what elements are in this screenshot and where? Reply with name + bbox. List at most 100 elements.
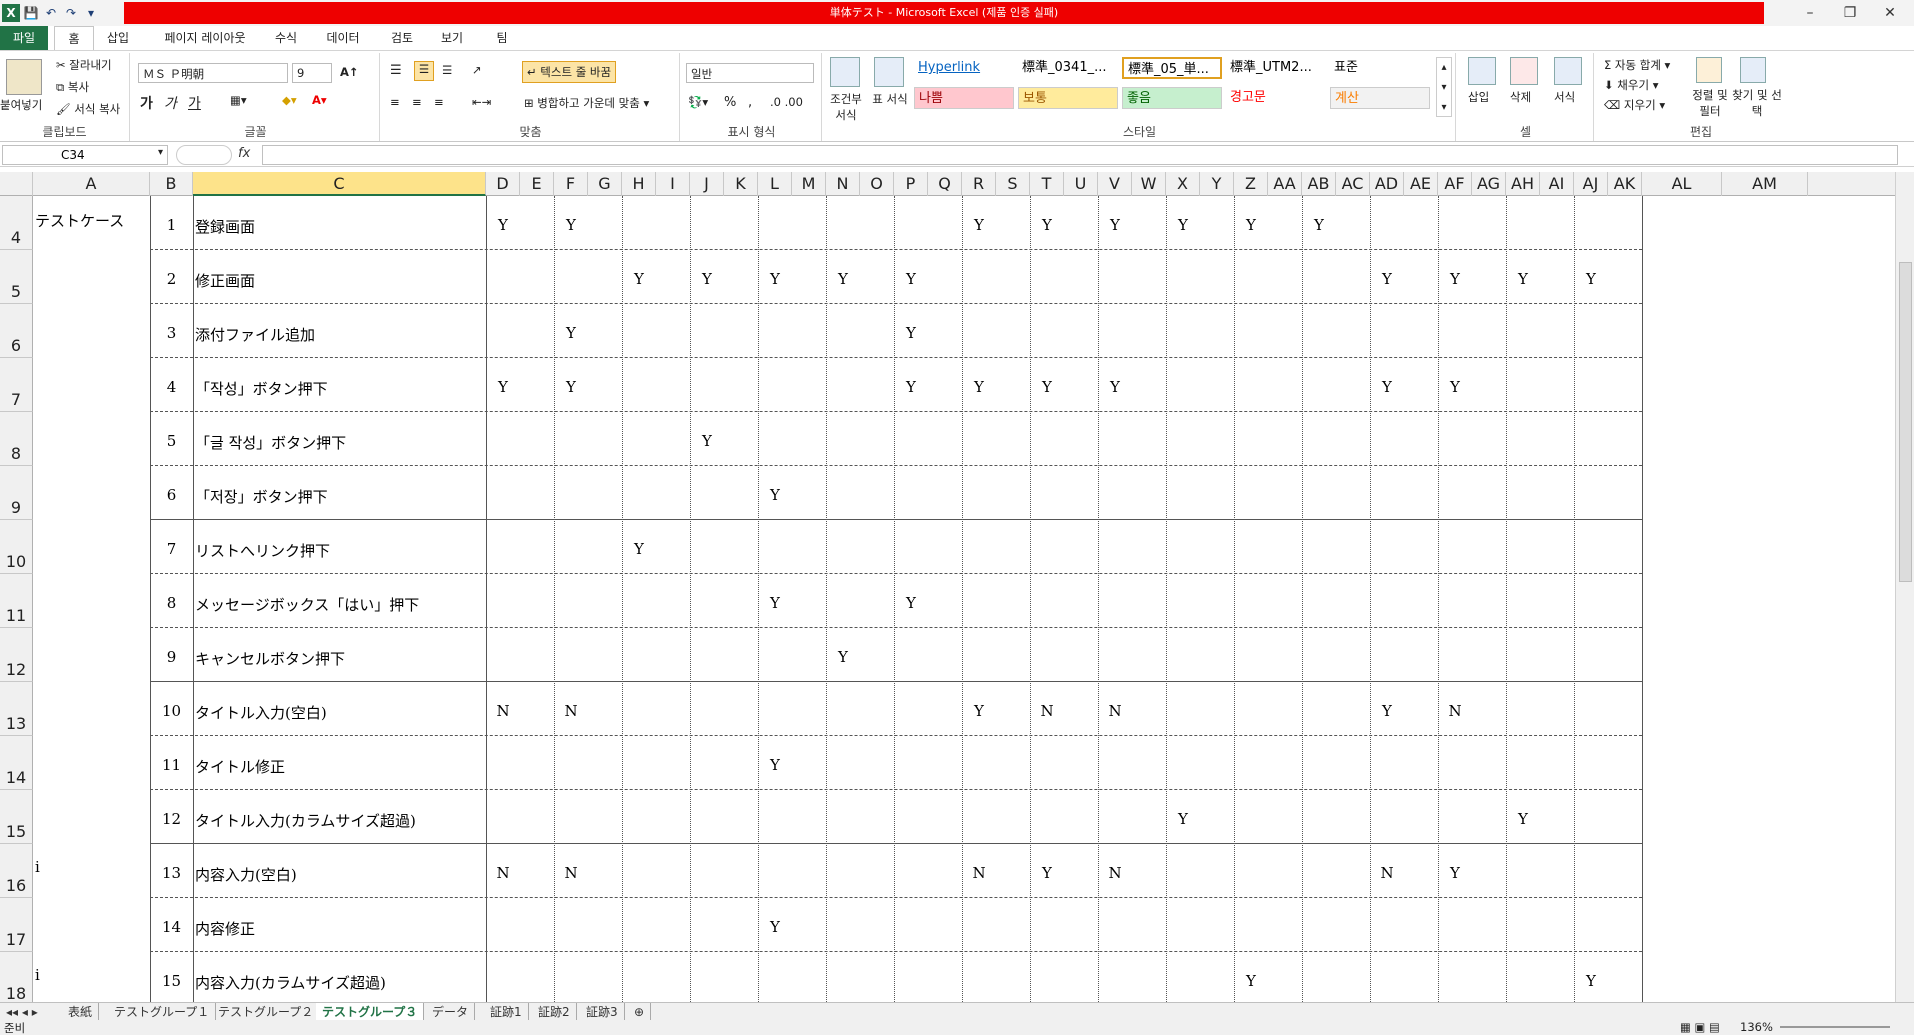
tab-home[interactable]: 홈 (54, 26, 94, 50)
column-header-k[interactable]: K (724, 172, 758, 196)
minimize-button[interactable]: – (1790, 0, 1830, 26)
category-cell[interactable]: i (35, 966, 148, 984)
customize-qat-icon[interactable]: ▾ (82, 4, 100, 22)
select-all-corner[interactable] (0, 172, 33, 196)
column-header-z[interactable]: Z (1234, 172, 1268, 196)
column-header-p[interactable]: P (894, 172, 928, 196)
redo-icon[interactable]: ↷ (62, 4, 80, 22)
indent-icon[interactable]: ⇤⇥ (472, 95, 491, 109)
cell-style-9[interactable]: 계산 (1330, 87, 1430, 109)
name-box[interactable]: C34 (2, 145, 168, 165)
tab-team[interactable]: 팀 (484, 26, 520, 50)
mark-cell-d[interactable]: N (488, 702, 518, 720)
comma-button[interactable]: , (748, 95, 752, 110)
mark-cell-aj[interactable]: Y (1576, 972, 1606, 990)
align-right-icon[interactable]: ≡ (434, 95, 444, 109)
mark-cell-p[interactable]: Y (896, 594, 926, 612)
zoom-slider[interactable] (1780, 1026, 1890, 1028)
column-header-i[interactable]: I (656, 172, 690, 196)
column-header-n[interactable]: N (826, 172, 860, 196)
mark-cell-x[interactable]: Y (1168, 216, 1198, 234)
tab-review[interactable]: 검토 (384, 26, 420, 50)
mark-cell-ad[interactable]: Y (1372, 270, 1402, 288)
mark-cell-r[interactable]: N (964, 864, 994, 882)
mark-cell-v[interactable]: N (1100, 702, 1130, 720)
case-name-cell[interactable]: タイトル修正 (195, 756, 484, 777)
format-cells-icon[interactable] (1554, 57, 1582, 85)
restore-button[interactable]: ❐ (1830, 0, 1870, 26)
mark-cell-l[interactable]: Y (760, 270, 790, 288)
format-painter-button[interactable]: 🖌 서식 복사 (56, 101, 120, 117)
mark-cell-h[interactable]: Y (624, 270, 654, 288)
case-name-cell[interactable]: 「글 작성」ボタン押下 (195, 432, 484, 453)
tab-view[interactable]: 보기 (434, 26, 470, 50)
tab-data[interactable]: 데이터 (318, 26, 368, 50)
case-number-cell[interactable]: 14 (152, 918, 191, 936)
insert-cells-icon[interactable] (1468, 57, 1496, 85)
mark-cell-v[interactable]: Y (1100, 378, 1130, 396)
italic-button[interactable]: 가 (164, 93, 177, 113)
case-number-cell[interactable]: 5 (152, 432, 191, 450)
tab-formulas[interactable]: 수식 (266, 26, 306, 50)
row-header[interactable]: 14 (0, 736, 33, 790)
mark-cell-z[interactable]: Y (1236, 972, 1266, 990)
column-header-a[interactable]: A (33, 172, 150, 196)
sort-filter-icon[interactable] (1696, 57, 1722, 83)
case-name-cell[interactable]: 添付ファイル追加 (195, 324, 484, 345)
save-icon[interactable]: 💾 (22, 4, 40, 22)
case-number-cell[interactable]: 12 (152, 810, 191, 828)
column-header-ad[interactable]: AD (1370, 172, 1404, 196)
column-header-u[interactable]: U (1064, 172, 1098, 196)
sheet-tab[interactable]: 表紙 (62, 1003, 100, 1021)
column-header-al[interactable]: AL (1642, 172, 1722, 196)
column-header-ak[interactable]: AK (1608, 172, 1642, 196)
mark-cell-r[interactable]: Y (964, 378, 994, 396)
row-header[interactable]: 12 (0, 628, 33, 682)
mark-cell-l[interactable]: Y (760, 918, 790, 936)
mark-cell-ah[interactable]: Y (1508, 810, 1538, 828)
delete-cells-icon[interactable] (1510, 57, 1538, 85)
border-icon[interactable]: ▦▾ (230, 93, 247, 107)
mark-cell-z[interactable]: Y (1236, 216, 1266, 234)
category-cell[interactable]: i (35, 858, 148, 876)
mark-cell-l[interactable]: Y (760, 756, 790, 774)
delete-cells-button[interactable]: 삭제 (1510, 89, 1531, 105)
column-header-ae[interactable]: AE (1404, 172, 1438, 196)
mark-cell-h[interactable]: Y (624, 540, 654, 558)
undo-icon[interactable]: ↶ (42, 4, 60, 22)
mark-cell-l[interactable]: Y (760, 594, 790, 612)
table-format-icon[interactable] (874, 57, 904, 87)
gallery-scroll-icon[interactable]: ▴ ▾ ▾ (1436, 57, 1452, 117)
vertical-scrollbar[interactable] (1895, 172, 1914, 1002)
sheet-tab[interactable]: 証跡2 (532, 1003, 577, 1021)
close-button[interactable]: ✕ (1870, 0, 1910, 26)
conditional-format-icon[interactable] (830, 57, 860, 87)
cut-button[interactable]: ✂ 잘라내기 (56, 57, 112, 73)
mark-cell-ad[interactable]: Y (1372, 378, 1402, 396)
formula-input[interactable] (262, 145, 1898, 165)
row-header[interactable]: 8 (0, 412, 33, 466)
insert-cells-button[interactable]: 삽입 (1468, 89, 1489, 105)
copy-button[interactable]: ⧉ 복사 (56, 79, 89, 95)
case-name-cell[interactable]: 「저장」ボタン押下 (195, 486, 484, 507)
mark-cell-f[interactable]: Y (556, 378, 586, 396)
case-name-cell[interactable]: 内容修正 (195, 918, 484, 939)
case-name-cell[interactable]: 修正画面 (195, 270, 484, 291)
cell-style-2[interactable]: 標準_05_単... (1122, 57, 1222, 79)
mark-cell-d[interactable]: N (488, 864, 518, 882)
mark-cell-d[interactable]: Y (488, 216, 518, 234)
sort-filter-button[interactable]: 정렬 및 필터 (1688, 87, 1732, 119)
column-header-y[interactable]: Y (1200, 172, 1234, 196)
cell-style-8[interactable]: 경고문 (1226, 87, 1326, 109)
mark-cell-af[interactable]: Y (1440, 864, 1470, 882)
case-name-cell[interactable]: 「작성」ボタン押下 (195, 378, 484, 399)
mark-cell-af[interactable]: Y (1440, 270, 1470, 288)
column-header-t[interactable]: T (1030, 172, 1064, 196)
column-header-f[interactable]: F (554, 172, 588, 196)
case-number-cell[interactable]: 1 (152, 216, 191, 234)
zoom-level[interactable]: 136% (1740, 1020, 1773, 1034)
cell-style-4[interactable]: 표준 (1330, 57, 1430, 79)
case-number-cell[interactable]: 9 (152, 648, 191, 666)
mark-cell-t[interactable]: N (1032, 702, 1062, 720)
number-format-select[interactable]: 일반 (686, 63, 814, 83)
